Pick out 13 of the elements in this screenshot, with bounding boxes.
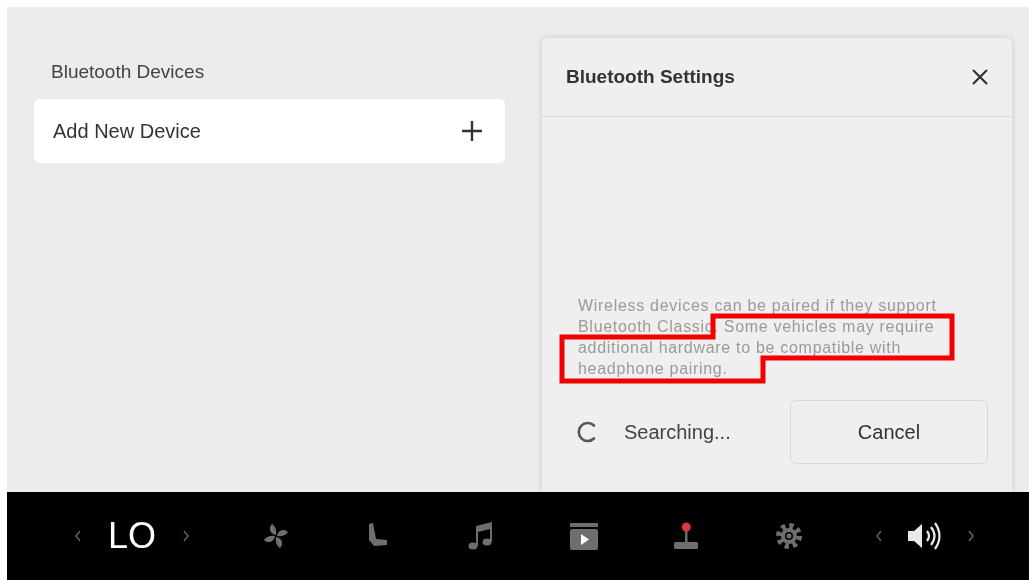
plus-icon xyxy=(461,120,483,142)
panel-title: Bluetooth Settings xyxy=(566,66,735,88)
video-icon[interactable] xyxy=(567,520,600,552)
chevron-right-icon[interactable] xyxy=(966,530,975,542)
section-title: Bluetooth Devices xyxy=(51,61,206,83)
close-icon[interactable] xyxy=(971,68,989,86)
chevron-left-icon[interactable] xyxy=(74,530,82,542)
add-device-button[interactable]: Add New Device xyxy=(34,99,505,163)
temperature-display[interactable]: LO xyxy=(104,515,160,557)
chevron-left-icon[interactable] xyxy=(874,530,883,542)
status-text: Searching... xyxy=(624,420,732,444)
cancel-button[interactable]: Cancel xyxy=(790,400,988,464)
chevron-right-icon[interactable] xyxy=(182,530,190,542)
